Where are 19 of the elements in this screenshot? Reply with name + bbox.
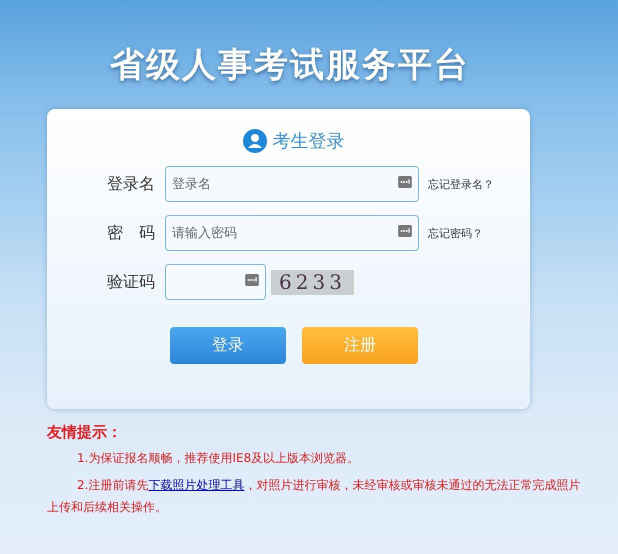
field-label: 验证码 [107,272,156,292]
field-label: 登录名 [107,174,156,194]
keyboard-icon [398,225,412,237]
download-link[interactable]: 下载照片处理工具 [148,478,244,492]
tips-title: 友情提示： [47,423,123,442]
login-heading: 考生登录 [272,130,344,153]
forgot-link[interactable]: 忘记密码？ [428,226,483,240]
user-icon [242,129,266,153]
tip-text: 1.为保证报名顺畅，推荐使用IE8及以上版本浏览器。 [76,450,360,467]
username-field[interactable]: 登录名 [165,166,419,202]
tip-text: 2.注册前请先下载照片处理工具，对照片进行审核，未经审核或审核未通过的无法正常完成照片上传和后续相关操作。 [47,477,582,516]
keyboard-icon [245,274,259,286]
captcha-image[interactable]: 6233 [271,270,354,294]
field-label: 密 码 [107,222,156,244]
keyboard-icon [398,176,412,188]
forgot-link[interactable]: 忘记登录名？ [428,176,494,192]
password-field[interactable]: 请输入密码 [165,215,419,251]
site-title: 省级人事考试服务平台 [109,44,471,87]
captcha-field[interactable] [165,264,266,300]
